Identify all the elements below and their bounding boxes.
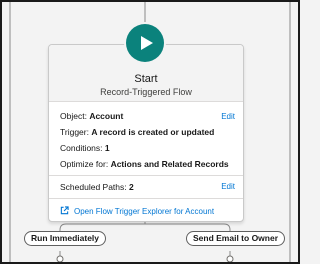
flow-canvas: Start Record-Triggered Flow Object: Acco… bbox=[0, 0, 300, 264]
trigger-row: Trigger: A record is created or updated bbox=[60, 127, 214, 137]
scheduled-divider bbox=[49, 198, 243, 199]
scheduled-paths-row: Scheduled Paths: 2 bbox=[60, 182, 134, 192]
optimize-label: Optimize for: bbox=[60, 159, 109, 169]
open-external-icon bbox=[60, 206, 69, 217]
object-value: Account bbox=[89, 111, 124, 121]
path-run-immediately[interactable]: Run Immediately bbox=[24, 231, 107, 246]
scheduled-paths-value: 2 bbox=[129, 182, 134, 192]
scheduled-paths-label: Scheduled Paths: bbox=[60, 182, 127, 192]
flow-trigger-explorer-label: Open Flow Trigger Explorer for Account bbox=[74, 207, 215, 216]
run-immediately-add-node[interactable] bbox=[56, 255, 64, 262]
optimize-value: Actions and Related Records bbox=[110, 159, 229, 169]
conditions-row: Conditions: 1 bbox=[60, 143, 110, 153]
flow-trigger-explorer-link[interactable]: Open Flow Trigger Explorer for Account bbox=[60, 206, 214, 217]
start-element-icon[interactable] bbox=[126, 24, 164, 62]
trigger-value: A record is created or updated bbox=[91, 127, 215, 137]
object-row: Object: Account bbox=[60, 111, 123, 121]
edit-scheduled-paths-link[interactable]: Edit bbox=[221, 182, 235, 191]
edit-details-link[interactable]: Edit bbox=[221, 112, 235, 121]
send-email-add-node[interactable] bbox=[226, 255, 234, 262]
start-card-subtitle: Record-Triggered Flow bbox=[100, 87, 192, 97]
start-element-card[interactable]: Start Record-Triggered Flow Object: Acco… bbox=[48, 44, 244, 222]
path-send-email-to-owner[interactable]: Send Email to Owner bbox=[186, 231, 286, 246]
start-card-title: Start bbox=[134, 73, 158, 85]
conditions-label: Conditions: bbox=[60, 143, 103, 153]
optimize-row: Optimize for: Actions and Related Record… bbox=[60, 159, 229, 169]
conditions-value: 1 bbox=[104, 143, 110, 153]
details-divider bbox=[49, 175, 243, 176]
play-icon bbox=[140, 36, 153, 50]
trigger-label: Trigger: bbox=[60, 127, 89, 137]
object-label: Object: bbox=[60, 111, 87, 121]
